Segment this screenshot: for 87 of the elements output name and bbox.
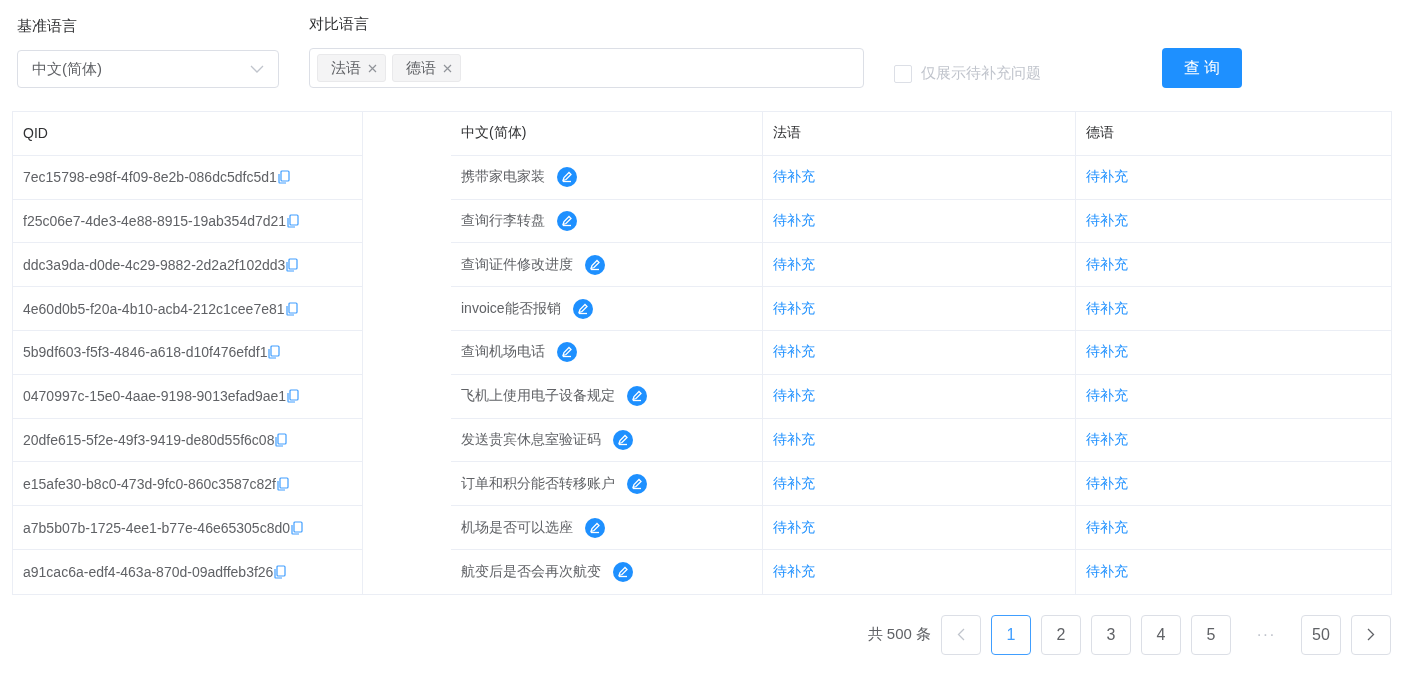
question-text: 飞机上使用电子设备规定: [461, 387, 615, 406]
page-ellipsis[interactable]: ···: [1241, 625, 1291, 644]
pending-link[interactable]: 待补充: [773, 299, 815, 318]
column-header: QID: [23, 125, 48, 142]
edit-icon[interactable]: [557, 167, 577, 188]
qid-text: 0470997c-15e0-4aae-9198-9013efad9ae1: [23, 388, 287, 405]
question-text: invoice能否报销: [461, 299, 561, 318]
copy-icon[interactable]: [291, 520, 304, 535]
column-header: 德语: [1086, 124, 1114, 143]
page-button[interactable]: 3: [1091, 614, 1131, 655]
pending-link[interactable]: 待补充: [773, 255, 815, 274]
language-tag: 德语: [392, 54, 461, 82]
question-text: 查询证件修改进度: [461, 255, 573, 274]
question-text: 查询机场电话: [461, 343, 545, 362]
question-text: 携带家电家装: [461, 168, 545, 187]
qid-text: e15afe30-b8c0-473d-9fc0-860c3587c82f: [23, 475, 276, 492]
pending-link[interactable]: 待补充: [1086, 343, 1128, 362]
edit-icon[interactable]: [613, 561, 633, 582]
column-header: 法语: [773, 124, 801, 143]
question-text: 查询行李转盘: [461, 212, 545, 230]
question-text: 发送贵宾休息室验证码: [461, 430, 601, 449]
compare-language-label: 对比语言: [309, 14, 370, 34]
edit-icon[interactable]: [585, 254, 605, 275]
next-page-button[interactable]: [1351, 614, 1391, 655]
copy-icon[interactable]: [277, 476, 289, 491]
pending-link[interactable]: 待补充: [773, 387, 815, 406]
question-text: 订单和积分能否转移账户: [461, 474, 615, 493]
base-language-label: 基准语言: [17, 16, 78, 36]
pending-link[interactable]: 待补充: [773, 343, 815, 362]
qid-text: a7b5b07b-1725-4ee1-b77e-46e65305c8d0: [23, 519, 291, 536]
query-button[interactable]: 查 询: [1162, 48, 1242, 88]
qid-text: ddc3a9da-d0de-4c29-9882-2d2a2f102dd3: [23, 256, 286, 273]
pending-link[interactable]: 待补充: [773, 430, 815, 449]
pending-link[interactable]: 待补充: [773, 562, 815, 581]
qid-text: a91cac6a-edf4-463a-870d-09adffeb3f26: [23, 563, 274, 580]
copy-icon[interactable]: [286, 257, 299, 272]
checkbox-label: 仅展示待补充问题: [921, 64, 1041, 83]
edit-icon[interactable]: [627, 473, 647, 494]
qid-text: f25c06e7-4de3-4e88-8915-19ab354d7d21: [23, 213, 287, 229]
edit-icon[interactable]: [557, 342, 577, 363]
pending-link[interactable]: 待补充: [1086, 212, 1128, 230]
copy-icon[interactable]: [285, 301, 298, 316]
pending-link[interactable]: 待补充: [773, 518, 815, 537]
edit-icon[interactable]: [572, 298, 593, 319]
language-tag: 法语: [317, 54, 386, 82]
pending-link[interactable]: 待补充: [1086, 562, 1128, 581]
page-button[interactable]: 50: [1301, 614, 1341, 655]
close-icon[interactable]: [443, 63, 452, 73]
pending-link[interactable]: 待补充: [1086, 430, 1128, 449]
qid-text: 7ec15798-e98f-4f09-8e2b-086dc5dfc5d1: [23, 169, 277, 186]
edit-icon[interactable]: [613, 429, 633, 450]
close-icon[interactable]: [368, 63, 377, 73]
pending-link[interactable]: 待补充: [1086, 387, 1128, 406]
question-text: 机场是否可以选座: [461, 518, 573, 537]
chevron-left-icon: [957, 628, 965, 642]
chevron-right-icon: [1367, 628, 1375, 642]
question-text: 航变后是否会再次航变: [461, 562, 601, 581]
edit-icon[interactable]: [627, 386, 647, 407]
qid-text: 4e60d0b5-f20a-4b10-acb4-212c1cee7e81: [23, 300, 285, 317]
base-language-select[interactable]: 中文(简体): [17, 50, 279, 88]
edit-icon[interactable]: [557, 211, 577, 231]
page-button[interactable]: 1: [991, 614, 1031, 655]
copy-icon[interactable]: [287, 214, 300, 228]
pending-link[interactable]: 待补充: [1086, 168, 1128, 187]
pending-link[interactable]: 待补充: [1086, 474, 1128, 493]
pending-link[interactable]: 待补充: [1086, 255, 1128, 274]
edit-icon[interactable]: [585, 517, 605, 538]
compare-language-select[interactable]: 法语 德语: [309, 48, 864, 88]
copy-icon[interactable]: [277, 170, 290, 185]
checkbox[interactable]: [894, 64, 912, 83]
pending-link[interactable]: 待补充: [773, 168, 815, 187]
page-button[interactable]: 5: [1191, 614, 1231, 655]
pending-link[interactable]: 待补充: [773, 474, 815, 493]
qid-text: 5b9df603-f5f3-4846-a618-d10f476efdf1: [23, 344, 268, 361]
column-header: 中文(简体): [461, 124, 527, 143]
total-count: 共 500 条: [867, 625, 931, 645]
copy-icon[interactable]: [268, 345, 281, 360]
copy-icon[interactable]: [274, 564, 287, 579]
pending-link[interactable]: 待补充: [1086, 518, 1128, 537]
copy-icon[interactable]: [287, 389, 300, 404]
copy-icon[interactable]: [275, 432, 288, 447]
page-button[interactable]: 2: [1041, 614, 1081, 655]
pending-link[interactable]: 待补充: [773, 212, 815, 230]
pending-link[interactable]: 待补充: [1086, 299, 1128, 318]
chevron-down-icon: [250, 65, 264, 73]
qid-text: 20dfe615-5f2e-49f3-9419-de80d55f6c08: [23, 431, 275, 448]
page-button[interactable]: 4: [1141, 614, 1181, 655]
